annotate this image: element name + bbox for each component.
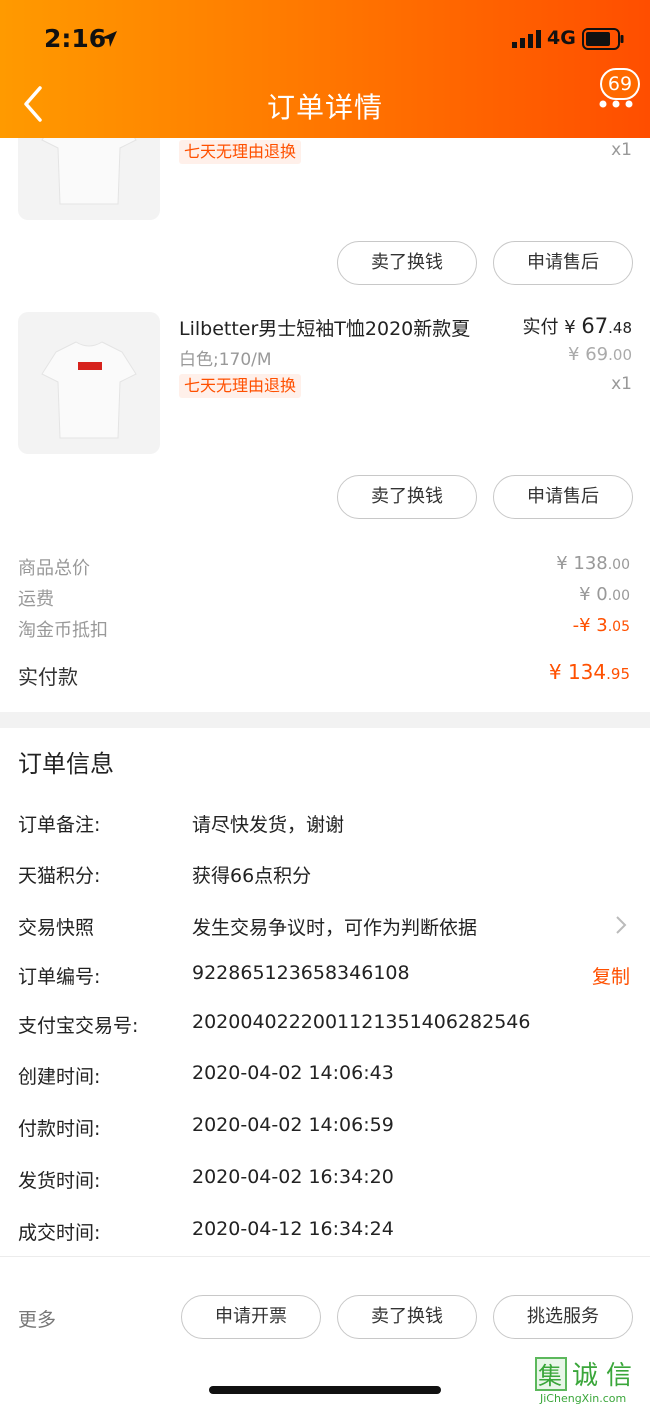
- coin-deduction-label: 淘金币抵扣: [18, 620, 108, 641]
- info-label-remark: 订单备注:: [18, 814, 101, 836]
- svg-text:集: 集: [538, 1362, 562, 1390]
- home-indicator: [209, 1386, 441, 1394]
- info-label-created: 创建时间:: [18, 1066, 101, 1088]
- svg-text:诚: 诚: [572, 1361, 598, 1391]
- after-sale-button-1[interactable]: 申请售后: [493, 241, 633, 285]
- product-thumbnail-2[interactable]: [18, 312, 160, 454]
- info-value-snapshot[interactable]: 发生交易争议时，可作为判断依据: [192, 913, 477, 940]
- return-tag-2: 七天无理由退换: [179, 374, 302, 398]
- info-label-shipped: 发货时间:: [18, 1170, 101, 1192]
- shipping-label: 运费: [18, 589, 54, 610]
- invoice-button[interactable]: 申请开票: [181, 1295, 321, 1339]
- info-value-created: 2020-04-02 14:06:43: [192, 1062, 394, 1084]
- goods-total-int: ¥ 138: [556, 553, 608, 574]
- tshirt-image: [41, 341, 137, 439]
- paid-int: 67: [581, 314, 609, 338]
- status-time: 2:16: [44, 24, 107, 53]
- battery-icon: [582, 28, 624, 50]
- info-value-alipay-no: 2020040222001121351406282546: [192, 1011, 531, 1033]
- info-label-points: 天猫积分:: [18, 865, 101, 887]
- sell-button-1[interactable]: 卖了换钱: [337, 241, 477, 285]
- coin-dec: .05: [607, 619, 630, 635]
- paid-total-label: 实付款: [18, 665, 78, 689]
- goods-total-dec: .00: [607, 557, 630, 573]
- orig-currency: ¥: [568, 344, 580, 365]
- more-link[interactable]: 更多: [18, 1305, 56, 1332]
- coin-deduction-value: -¥ 3.05: [573, 615, 630, 636]
- after-sale-button-2[interactable]: 申请售后: [493, 475, 633, 519]
- paid-price: 实付 ¥ 67.48: [522, 313, 632, 339]
- sell-button-bottom[interactable]: 卖了换钱: [337, 1295, 477, 1339]
- paid-total-int: ¥ 134: [548, 660, 607, 684]
- info-label-closed: 成交时间:: [18, 1222, 101, 1244]
- paid-currency: ¥: [564, 317, 576, 338]
- info-value-closed: 2020-04-12 16:34:24: [192, 1218, 394, 1240]
- more-dots-icon[interactable]: [594, 92, 638, 112]
- shipping-value: ¥ 0.00: [579, 584, 630, 605]
- info-label-paid: 付款时间:: [18, 1118, 101, 1140]
- goods-total-label: 商品总价: [18, 558, 90, 579]
- orig-dec: .00: [608, 346, 632, 364]
- return-tag-1: 七天无理由退换: [179, 140, 302, 164]
- top-header: 2:16 4G 订单详情 69: [0, 0, 650, 138]
- bottom-separator: [0, 1256, 650, 1276]
- info-label-snapshot[interactable]: 交易快照: [18, 913, 94, 940]
- network-type: 4G: [547, 27, 576, 49]
- info-value-order-no: 922865123658346108: [192, 962, 410, 984]
- signal-icon: [512, 30, 541, 48]
- coin-int: -¥ 3: [572, 615, 608, 636]
- quantity-2: x1: [611, 374, 632, 394]
- info-value-shipped: 2020-04-02 16:34:20: [192, 1166, 394, 1188]
- info-label-order-no: 订单编号:: [18, 966, 101, 988]
- paid-dec: .48: [608, 319, 632, 337]
- copy-button[interactable]: 复制: [592, 962, 630, 989]
- orig-int: 69: [585, 344, 609, 365]
- paid-label: 实付: [522, 317, 559, 338]
- select-services-button[interactable]: 挑选服务: [493, 1295, 633, 1339]
- page-title: 订单详情: [266, 91, 383, 124]
- quantity-1: x1: [611, 140, 632, 160]
- paid-total-value: ¥ 134.95: [549, 660, 630, 684]
- goods-total-value: ¥ 138.00: [556, 553, 630, 574]
- watermark-text: JiChengXin.com: [540, 1392, 627, 1405]
- chevron-right-icon[interactable]: [614, 914, 628, 936]
- shipping-int: ¥ 0: [579, 584, 608, 605]
- product-title[interactable]: Lilbetter男士短袖T恤2020新款夏: [179, 314, 470, 341]
- svg-text:信: 信: [606, 1361, 632, 1391]
- order-info-title: 订单信息: [18, 750, 114, 778]
- original-price: ¥ 69.00: [568, 344, 632, 365]
- sell-button-2[interactable]: 卖了换钱: [337, 475, 477, 519]
- info-label-alipay-no: 支付宝交易号:: [18, 1015, 139, 1037]
- info-value-points: 获得66点积分: [192, 865, 312, 887]
- location-arrow-icon: [101, 31, 117, 47]
- product-spec: 白色;170/M: [179, 350, 272, 370]
- paid-total-dec: .95: [606, 665, 630, 683]
- shipping-dec: .00: [607, 588, 630, 604]
- info-value-paid: 2020-04-02 14:06:59: [192, 1114, 394, 1136]
- section-divider: [0, 712, 650, 728]
- info-value-remark: 请尽快发货，谢谢: [192, 814, 345, 836]
